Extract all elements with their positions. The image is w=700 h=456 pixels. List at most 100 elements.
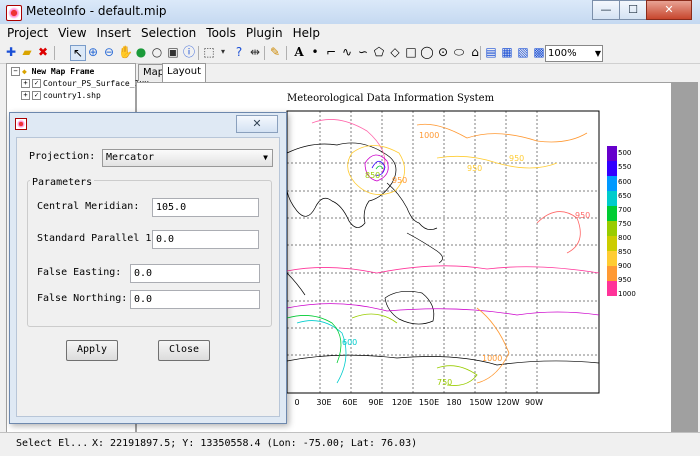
colorbar-swatch <box>607 251 617 266</box>
add-layer-icon[interactable]: ✚ <box>4 45 18 59</box>
contour-label: 950 <box>392 176 407 185</box>
text-tool-icon[interactable]: A <box>292 45 306 59</box>
measure-icon[interactable]: ⇹ <box>248 45 262 59</box>
ellipse-tool-icon[interactable]: ⊙ <box>436 45 450 59</box>
menu-selection[interactable]: Selection <box>134 24 199 40</box>
dialog-body: Projection: Mercator ▼ Parameters Central… <box>16 137 280 417</box>
x-tick-label: 180 <box>446 398 461 407</box>
window-title: MeteoInfo - default.mip <box>26 4 167 18</box>
colorbar-label: 900 <box>618 262 632 270</box>
zoom-page-out-icon[interactable]: ▧ <box>516 45 530 59</box>
colorbar-label: 600 <box>618 178 632 186</box>
central-meridian-field[interactable]: 105.0 <box>152 198 259 217</box>
page-margin <box>671 83 697 435</box>
projection-select[interactable]: Mercator ▼ <box>102 149 273 167</box>
contour-label: 750 <box>437 378 452 387</box>
map-frame-label: New Map Frame <box>31 67 95 76</box>
app-icon <box>6 5 22 21</box>
projection-label: Projection: <box>29 151 96 162</box>
app-icon <box>15 118 27 130</box>
central-meridian-label: Central Meridian: <box>37 201 140 212</box>
open-folder-icon[interactable]: ▰ <box>20 45 34 59</box>
select-pointer-icon[interactable]: ↖ <box>70 45 86 61</box>
menu-insert[interactable]: Insert <box>90 24 134 40</box>
menu-help[interactable]: Help <box>286 24 323 40</box>
circle-tool-icon[interactable]: ◯ <box>420 45 434 59</box>
colorbar-swatch <box>607 281 617 296</box>
tab-layout[interactable]: Layout <box>162 63 206 82</box>
menu-project[interactable]: Project <box>0 24 51 40</box>
menu-view[interactable]: View <box>51 24 89 40</box>
contour-label: 600 <box>342 338 357 347</box>
colorbar-swatch <box>607 146 617 161</box>
colorbar-swatch <box>607 191 617 206</box>
full-extent-globe-icon[interactable]: ● <box>134 45 148 59</box>
freehand-tool-icon[interactable]: ⬭ <box>452 45 466 59</box>
x-tick-label: 0 <box>294 398 299 407</box>
polyline-tool-icon[interactable]: ∿ <box>340 45 354 59</box>
tree-root[interactable]: − ◆ New Map Frame <box>11 67 94 76</box>
zoom-select[interactable]: 100% ▼ <box>545 45 603 62</box>
help-query-icon[interactable]: ? <box>232 45 246 59</box>
select-box-icon[interactable]: ⬚ <box>202 45 216 59</box>
dialog-title-bar: ✕ <box>10 113 286 135</box>
menu-tools[interactable]: Tools <box>199 24 239 40</box>
page-setup-icon[interactable]: ▤ <box>484 45 498 59</box>
parameters-label: Parameters <box>30 177 95 188</box>
false-easting-label: False Easting: <box>37 267 122 278</box>
minimize-button[interactable]: — <box>592 0 620 20</box>
apply-button[interactable]: Apply <box>66 340 118 361</box>
x-tick-label: 150W <box>469 398 492 407</box>
layers-icon: ◆ <box>22 67 27 76</box>
pan-hand-icon[interactable]: ✋ <box>118 45 133 59</box>
colorbar <box>607 146 617 296</box>
standard-parallel-label: Standard Parallel 1: <box>37 233 158 244</box>
contour-label: 1000 <box>419 131 439 140</box>
contour-label: 1000 <box>482 354 502 363</box>
zoom-page-in-icon[interactable]: ▦ <box>500 45 514 59</box>
fit-page-icon[interactable]: ▩ <box>532 45 546 59</box>
maximize-button[interactable]: ☐ <box>619 0 647 20</box>
colorbar-label: 1000 <box>618 290 636 298</box>
colorbar-label: 850 <box>618 248 632 256</box>
tree-layer-contour[interactable]: + ✓ Contour_PS_Surface_198 <box>21 79 149 88</box>
status-bar: Select El... X: 22191897.5; Y: 13350558.… <box>0 432 700 456</box>
dialog-close-button[interactable]: ✕ <box>236 115 278 133</box>
close-button[interactable]: ✕ <box>646 0 692 20</box>
projection-value: Mercator <box>106 152 155 163</box>
info-icon[interactable]: ⓘ <box>182 45 196 59</box>
view-tabs: Map Layout <box>138 63 698 82</box>
tree-layer-country[interactable]: + ✓ country1.shp <box>21 91 101 100</box>
zoom-in-icon[interactable]: ⊕ <box>86 45 100 59</box>
false-northing-field[interactable]: 0.0 <box>130 290 260 309</box>
point-tool-icon[interactable]: • <box>308 45 322 59</box>
false-northing-label: False Northing: <box>37 293 128 304</box>
remove-layer-icon[interactable]: ✖ <box>36 45 50 59</box>
colorbar-label: 650 <box>618 192 632 200</box>
colorbar-swatch <box>607 176 617 191</box>
edit-icon[interactable]: ✎ <box>268 45 282 59</box>
rectangle-tool-icon[interactable]: □ <box>404 45 418 59</box>
colorbar-swatch <box>607 206 617 221</box>
layer-label: country1.shp <box>43 91 101 100</box>
menu-plugin[interactable]: Plugin <box>239 24 286 40</box>
contour-label: 850 <box>365 171 380 180</box>
curve-polygon-icon[interactable]: ◇ <box>388 45 402 59</box>
magnifier-icon[interactable]: ○ <box>150 45 164 59</box>
curve-tool-icon[interactable]: ∽ <box>356 45 370 59</box>
chevron-down-icon[interactable]: ▾ <box>216 45 230 59</box>
x-tick-label: 90W <box>525 398 543 407</box>
zoom-layer-icon[interactable]: ▣ <box>166 45 180 59</box>
standard-parallel-field[interactable]: 0.0 <box>152 230 259 249</box>
x-tick-label: 150E <box>419 398 439 407</box>
x-tick-label: 30E <box>316 398 331 407</box>
menu-bar: Project View Insert Selection Tools Plugin Hel… <box>0 24 700 43</box>
polygon-tool-icon[interactable]: ⬠ <box>372 45 386 59</box>
x-tick-label: 90E <box>368 398 383 407</box>
close-dialog-button[interactable]: Close <box>158 340 210 361</box>
colorbar-swatch <box>607 266 617 281</box>
zoom-out-icon[interactable]: ⊖ <box>102 45 116 59</box>
chevron-down-icon: ▼ <box>263 153 268 162</box>
false-easting-field[interactable]: 0.0 <box>130 264 260 283</box>
line-tool-icon[interactable]: ⌐ <box>324 45 338 59</box>
